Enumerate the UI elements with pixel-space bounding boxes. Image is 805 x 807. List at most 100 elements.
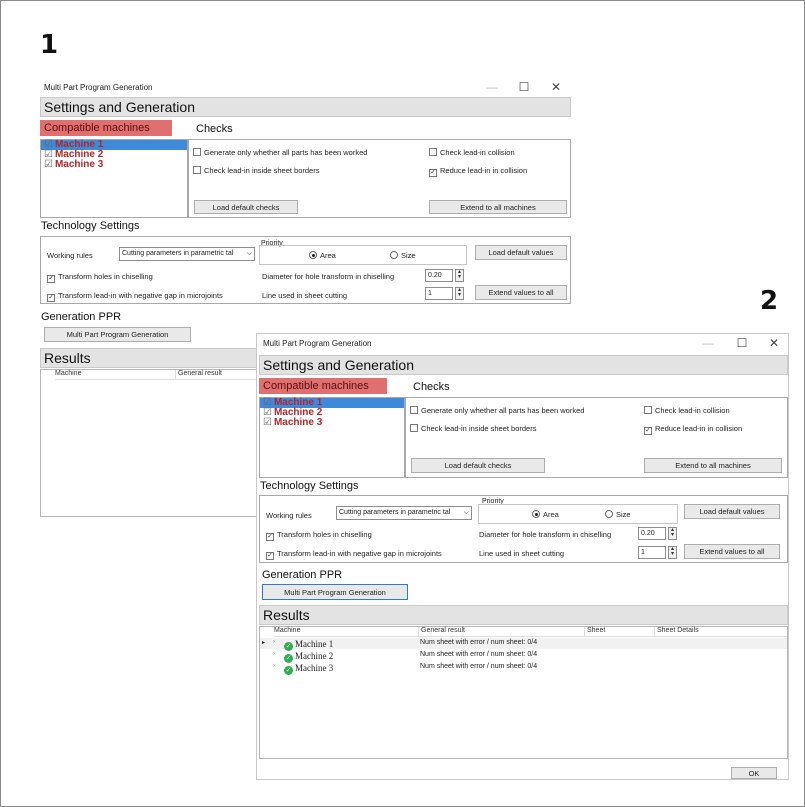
- select-value: Cutting parameters in parametric tal: [339, 509, 451, 516]
- transform-holes-check[interactable]: ✓ Transform holes in chiselling: [47, 272, 153, 283]
- multi-part-generation-button[interactable]: Multi Part Program Generation: [262, 584, 408, 600]
- priority-area-radio[interactable]: Area: [532, 510, 559, 519]
- maximize-button[interactable]: ☐: [513, 80, 535, 94]
- column-header-sheet-details[interactable]: Sheet Details: [654, 627, 787, 637]
- extend-to-all-machines-button[interactable]: Extend to all machines: [429, 200, 567, 214]
- transform-leadin-check[interactable]: ✓ Transform lead-in with negative gap in …: [266, 549, 442, 560]
- table-row[interactable]: › ✓ Machine 3 Num sheet with error / num …: [260, 662, 787, 675]
- general-result-cell: Num sheet with error / num sheet: 0/4: [420, 651, 538, 658]
- working-rules-select[interactable]: Cutting parameters in parametric tal ⌵: [336, 506, 472, 520]
- technology-panel: Working rules Cutting parameters in para…: [40, 236, 571, 304]
- radio-label: Area: [320, 251, 336, 260]
- close-button[interactable]: ✕: [545, 80, 567, 94]
- check-leadin-collision[interactable]: Check lead-in collision: [429, 148, 515, 157]
- check-label: Generate only whether all parts has been…: [204, 148, 368, 157]
- line-used-spinner[interactable]: ▴ ▾: [455, 287, 464, 300]
- checkbox[interactable]: [410, 406, 418, 414]
- checkbox[interactable]: ✓: [429, 169, 437, 177]
- step-label-1: 1: [40, 30, 59, 60]
- check-label: Check lead-in inside sheet borders: [204, 166, 320, 175]
- close-button[interactable]: ✕: [763, 336, 785, 350]
- check-generate-only[interactable]: Generate only whether all parts has been…: [410, 406, 584, 415]
- generation-header: Generation PPR: [262, 569, 343, 581]
- check-label: Check lead-in collision: [655, 406, 730, 415]
- check-reduce-leadin[interactable]: ✓ Reduce lead-in in collision: [644, 424, 742, 435]
- machine-list: ☑ Machine 1 ☑ Machine 2 ☑ Machine 3: [40, 139, 188, 218]
- radio[interactable]: [309, 251, 317, 259]
- priority-size-radio[interactable]: Size: [605, 510, 631, 519]
- titlebar: Multi Part Program Generation — ☐ ✕: [257, 334, 788, 354]
- checkbox[interactable]: [410, 424, 418, 432]
- transform-leadin-check[interactable]: ✓ Transform lead-in with negative gap in …: [47, 291, 223, 302]
- machine-item[interactable]: ☑ Machine 3: [260, 418, 404, 428]
- load-default-values-button[interactable]: Load default values: [475, 245, 567, 260]
- checkbox[interactable]: ✓: [266, 533, 274, 541]
- minimize-button[interactable]: —: [697, 336, 719, 350]
- multi-part-generation-button[interactable]: Multi Part Program Generation: [44, 327, 191, 342]
- column-header-machine[interactable]: Machine: [274, 627, 418, 637]
- expand-arrow-icon[interactable]: ›: [273, 639, 275, 645]
- line-used-label: Line used in sheet cutting: [479, 549, 565, 558]
- load-default-checks-button[interactable]: Load default checks: [194, 200, 298, 214]
- diameter-spinner[interactable]: ▴ ▾: [668, 527, 677, 540]
- radio[interactable]: [532, 510, 540, 518]
- machine-name: Machine 2: [295, 651, 334, 661]
- checkbox[interactable]: ✓: [644, 427, 652, 435]
- check-leadin-collision[interactable]: Check lead-in collision: [644, 406, 730, 415]
- machine-list: ☑ Machine 1 ☑ Machine 2 ☑ Machine 3: [259, 397, 405, 478]
- checkbox[interactable]: ✓: [47, 294, 55, 302]
- check-leadin-borders[interactable]: Check lead-in inside sheet borders: [410, 424, 536, 433]
- load-default-values-button[interactable]: Load default values: [684, 504, 780, 519]
- line-used-label: Line used in sheet cutting: [262, 291, 348, 300]
- generation-header: Generation PPR: [41, 311, 122, 323]
- minimize-button[interactable]: —: [481, 80, 503, 94]
- checkbox[interactable]: [193, 148, 201, 156]
- checkbox[interactable]: [193, 166, 201, 174]
- check-label: Transform holes in chiselling: [58, 272, 153, 281]
- column-header-sheet[interactable]: Sheet: [584, 627, 654, 637]
- checkbox[interactable]: [429, 148, 437, 156]
- load-default-checks-button[interactable]: Load default checks: [411, 458, 545, 473]
- window-2: Multi Part Program Generation — ☐ ✕ Sett…: [256, 333, 789, 780]
- check-reduce-leadin[interactable]: ✓ Reduce lead-in in collision: [429, 166, 527, 177]
- table-row[interactable]: › ✓ Machine 2 Num sheet with error / num …: [260, 650, 787, 663]
- expand-arrow-icon[interactable]: ›: [273, 663, 275, 669]
- line-used-input[interactable]: 1: [638, 546, 666, 559]
- radio[interactable]: [605, 510, 613, 518]
- radio[interactable]: [390, 251, 398, 259]
- check-generate-only[interactable]: Generate only whether all parts has been…: [193, 148, 367, 157]
- column-header-general-result[interactable]: General result: [418, 627, 584, 637]
- diameter-input[interactable]: 0.20: [425, 269, 453, 282]
- checkbox-icon[interactable]: ☑: [263, 417, 272, 428]
- checkbox-icon[interactable]: ☑: [44, 159, 53, 170]
- extend-to-all-machines-button[interactable]: Extend to all machines: [644, 458, 782, 473]
- diameter-spinner[interactable]: ▴ ▾: [455, 269, 464, 282]
- machine-item[interactable]: ☑ Machine 3: [41, 160, 187, 170]
- checkbox[interactable]: ✓: [47, 275, 55, 283]
- column-header-machine[interactable]: Machine: [55, 370, 175, 380]
- machine-name: Machine 3: [295, 663, 334, 673]
- extend-values-to-all-button[interactable]: Extend values to all: [684, 544, 780, 559]
- check-leadin-borders[interactable]: Check lead-in inside sheet borders: [193, 166, 319, 175]
- checks-label: Checks: [413, 381, 450, 393]
- checks-panel: Generate only whether all parts has been…: [188, 139, 571, 218]
- expand-arrow-icon[interactable]: ›: [273, 651, 275, 657]
- working-rules-select[interactable]: Cutting parameters in parametric tal ⌵: [119, 247, 255, 261]
- checkbox[interactable]: ✓: [266, 552, 274, 560]
- row-pointer-icon: ▸: [262, 640, 266, 646]
- maximize-button[interactable]: ☐: [731, 336, 753, 350]
- technology-header: Technology Settings: [260, 480, 359, 492]
- diameter-input[interactable]: 0.20: [638, 527, 666, 540]
- checkbox[interactable]: [644, 406, 652, 414]
- priority-size-radio[interactable]: Size: [390, 251, 416, 260]
- line-used-input[interactable]: 1: [425, 287, 453, 300]
- general-result-cell: Num sheet with error / num sheet: 0/4: [420, 663, 538, 670]
- extend-values-to-all-button[interactable]: Extend values to all: [475, 285, 567, 300]
- table-row[interactable]: ▸ › ✓ Machine 1 Num sheet with error / nu…: [260, 638, 787, 651]
- column-header-general-result[interactable]: General result: [175, 370, 259, 380]
- ok-button[interactable]: OK: [731, 767, 777, 779]
- priority-area-radio[interactable]: Area: [309, 251, 336, 260]
- chevron-down-icon: ⌵: [246, 250, 252, 257]
- line-used-spinner[interactable]: ▴ ▾: [668, 546, 677, 559]
- transform-holes-check[interactable]: ✓ Transform holes in chiselling: [266, 530, 372, 541]
